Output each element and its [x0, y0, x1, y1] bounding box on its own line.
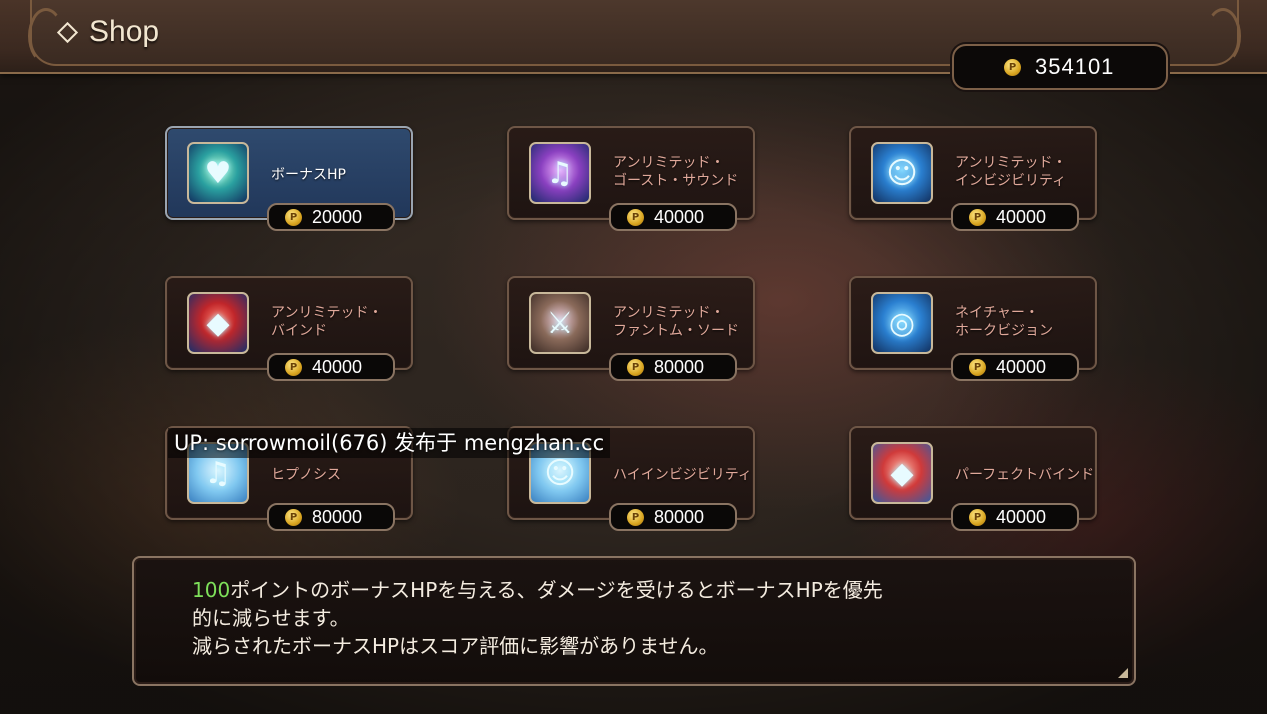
item-price: P 40000 — [951, 503, 1079, 531]
ornament-swirl-left-icon — [28, 8, 64, 64]
description-line-2: 的に減らせます。 — [192, 606, 350, 630]
item-price: P 80000 — [267, 503, 395, 531]
shop-item-unlimited-phantom-sword[interactable]: ⚔ アンリミテッド・ ファントム・ソード P 80000 — [507, 276, 755, 381]
diamond-icon — [56, 21, 79, 43]
points-balance: P 354101 — [952, 44, 1168, 90]
page-title-text: Shop — [89, 15, 160, 48]
item-name: アンリミテッド・ バインド — [271, 305, 383, 339]
item-price-value: 40000 — [654, 206, 705, 227]
item-price-value: 80000 — [654, 356, 705, 377]
item-name: アンリミテッド・ ゴースト・サウンド — [613, 155, 739, 189]
sword-icon: ⚔ — [529, 292, 591, 354]
eye-sigil-icon: ◎ — [871, 292, 933, 354]
shop-item-nature-hawk-vision[interactable]: ◎ ネイチャー・ ホークビジョン P 40000 — [849, 276, 1097, 381]
item-name: ボーナスHP — [271, 167, 346, 183]
watermark-text: UP: sorrowmoil(676) 发布于 mengzhan.cc — [168, 428, 611, 458]
coin-icon: P — [969, 208, 986, 226]
item-price-value: 80000 — [654, 506, 705, 527]
item-price: P 40000 — [951, 353, 1079, 381]
item-price: P 20000 — [267, 203, 395, 231]
item-price-value: 20000 — [312, 206, 363, 227]
description-line-1-text: ポイントのボーナスHPを与える、ダメージを受けるとボーナスHPを優先 — [230, 578, 883, 602]
ornament-swirl-right-icon — [1205, 8, 1241, 64]
red-gem-orbit-icon: ◆ — [871, 442, 933, 504]
item-price-value: 40000 — [996, 506, 1047, 527]
item-price: P 80000 — [609, 503, 737, 531]
coin-icon: P — [285, 508, 302, 526]
item-name: パーフェクトバインド — [955, 467, 1095, 483]
item-price: P 40000 — [951, 203, 1079, 231]
shop-item-perfect-bind[interactable]: ◆ パーフェクトバインド P 40000 — [849, 426, 1097, 531]
coin-icon: P — [627, 508, 644, 526]
shop-item-unlimited-bind[interactable]: ◆ アンリミテッド・ バインド P 40000 — [165, 276, 413, 381]
item-price-value: 80000 — [312, 506, 363, 527]
coin-icon: P — [969, 508, 986, 526]
description-line-3: 減らされたボーナスHPはスコア評価に影響がありません。 — [192, 634, 719, 658]
ghost-figure-icon: ☺ — [871, 142, 933, 204]
shop-item-bonus-hp[interactable]: ♥ ボーナスHP P 20000 — [165, 126, 413, 231]
item-price: P 40000 — [267, 353, 395, 381]
shop-item-unlimited-ghost-sound[interactable]: ♫ アンリミテッド・ ゴースト・サウンド P 40000 — [507, 126, 755, 231]
coin-icon: P — [627, 358, 644, 376]
item-price: P 40000 — [609, 203, 737, 231]
red-gem-orbit-icon: ◆ — [187, 292, 249, 354]
item-name: ヒプノシス — [271, 467, 341, 483]
description-highlight: 100 — [192, 578, 231, 602]
heart-plus-icon: ♥ — [187, 142, 249, 204]
item-price: P 80000 — [609, 353, 737, 381]
page-title: Shop — [56, 12, 160, 52]
item-price-value: 40000 — [996, 356, 1047, 377]
item-description-panel: 100ポイントのボーナスHPを与える、ダメージを受けるとボーナスHPを優先 的に… — [132, 556, 1136, 686]
item-price-value: 40000 — [996, 206, 1047, 227]
shop-item-unlimited-invisibility[interactable]: ☺ アンリミテッド・ インビジビリティ P 40000 — [849, 126, 1097, 231]
item-price-value: 40000 — [312, 356, 363, 377]
item-name: アンリミテッド・ インビジビリティ — [955, 155, 1067, 189]
item-name: ハイインビジビリティ — [613, 467, 752, 483]
item-name: ネイチャー・ ホークビジョン — [955, 305, 1053, 339]
music-note-icon: ♫ — [529, 142, 591, 204]
coin-icon: P — [285, 208, 302, 226]
coin-icon: P — [1004, 58, 1021, 76]
coin-icon: P — [969, 358, 986, 376]
description-line-1: 100ポイントのボーナスHPを与える、ダメージを受けるとボーナスHPを優先 — [192, 576, 1134, 604]
coin-icon: P — [627, 208, 644, 226]
item-name: アンリミテッド・ ファントム・ソード — [613, 305, 739, 339]
panel-corner-icon — [1118, 668, 1128, 678]
coin-icon: P — [285, 358, 302, 376]
points-value: 354101 — [1035, 54, 1115, 79]
